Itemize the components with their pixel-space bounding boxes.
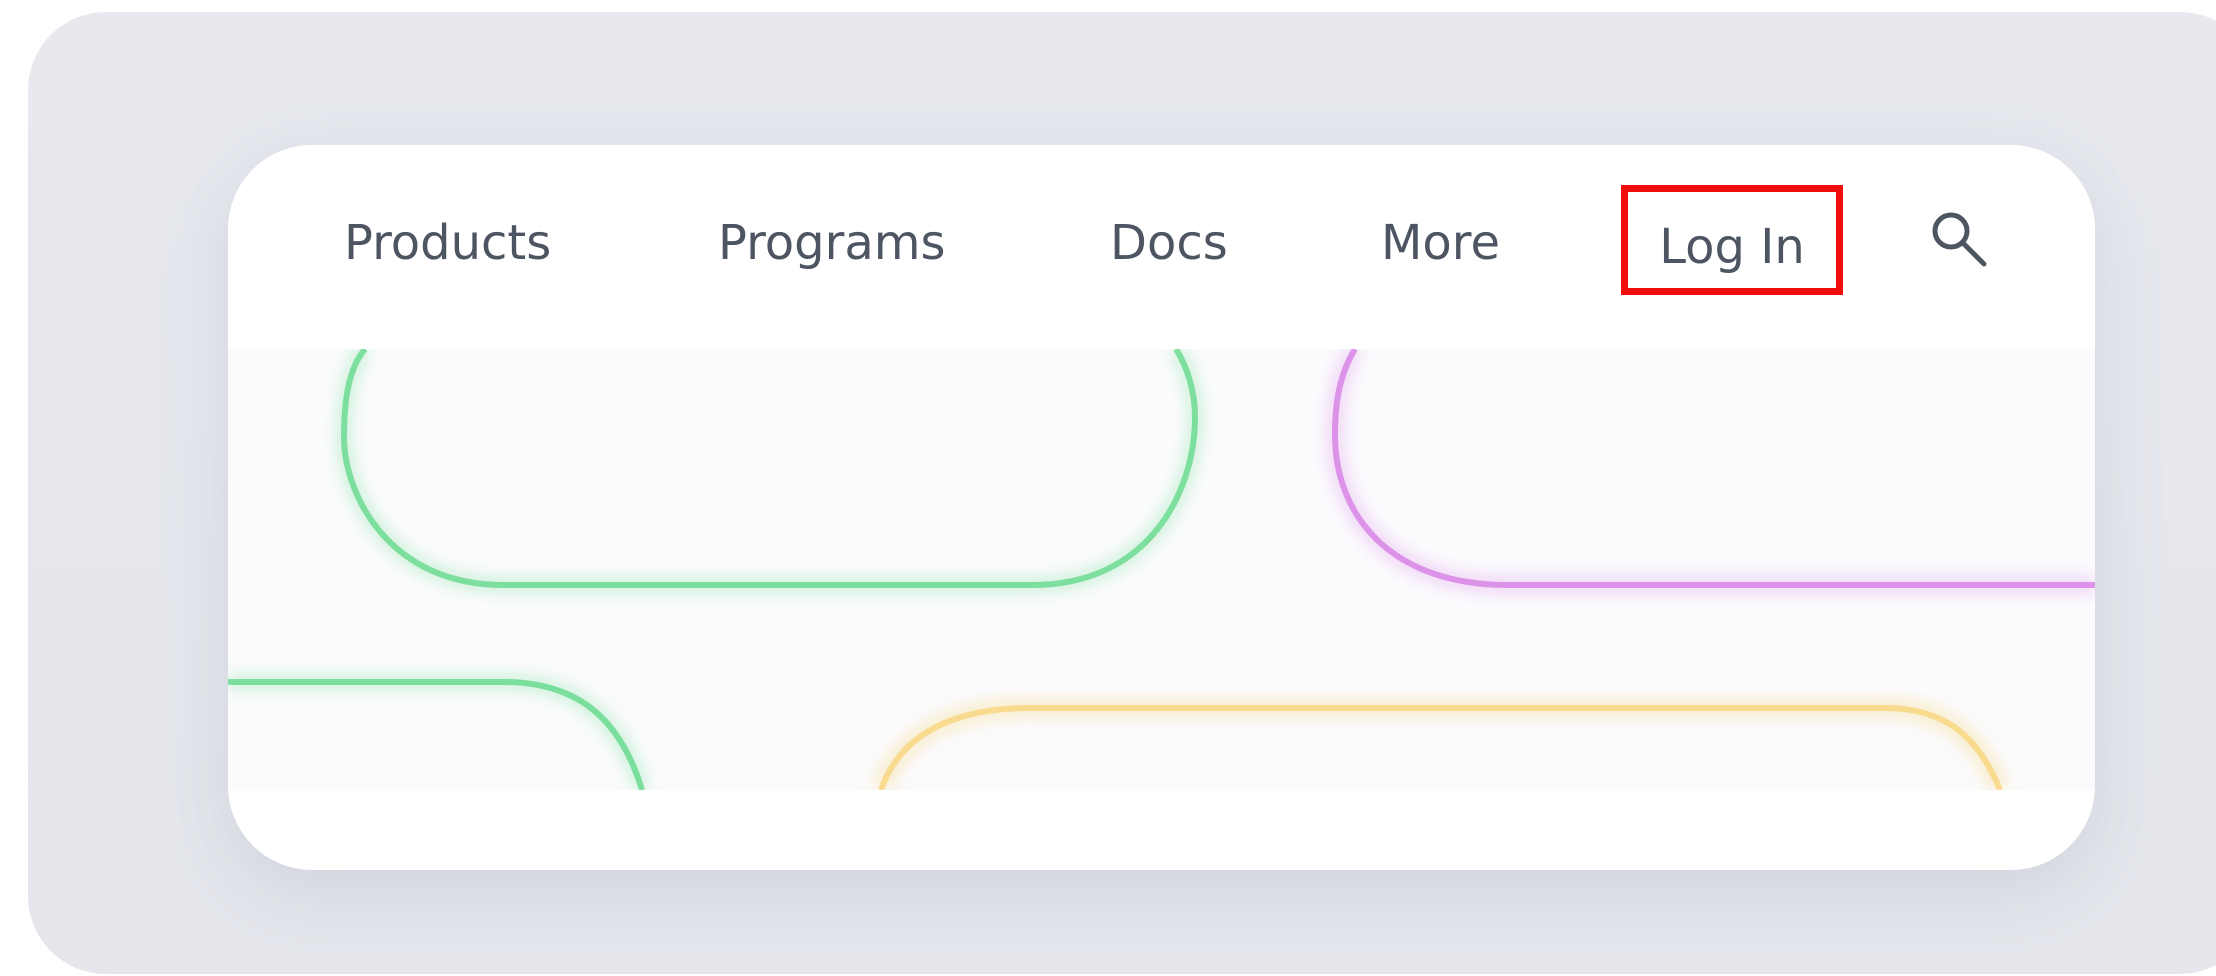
nav-docs-link[interactable]: Docs [1110,213,1228,273]
login-link[interactable]: Log In [1621,185,1843,295]
website-preview-card: Products Programs Docs More Log In [228,145,2095,870]
purple-rounded-shape-top [1324,349,2095,595]
nav-programs-link[interactable]: Programs [718,213,946,273]
decorative-shapes [228,349,2095,790]
screenshot-frame: Products Programs Docs More Log In [28,12,2216,974]
yellow-rounded-shape-bottom [870,697,2011,790]
nav-more-link[interactable]: More [1381,213,1500,273]
top-navigation: Products Programs Docs More Log In [228,145,2095,349]
nav-products-link[interactable]: Products [344,213,551,273]
search-button[interactable] [1926,206,1990,270]
green-rounded-shape-top [334,349,1205,594]
green-rounded-shape-bottom [228,673,651,790]
search-icon [1932,212,1987,267]
decorative-hero-area [228,349,2095,790]
